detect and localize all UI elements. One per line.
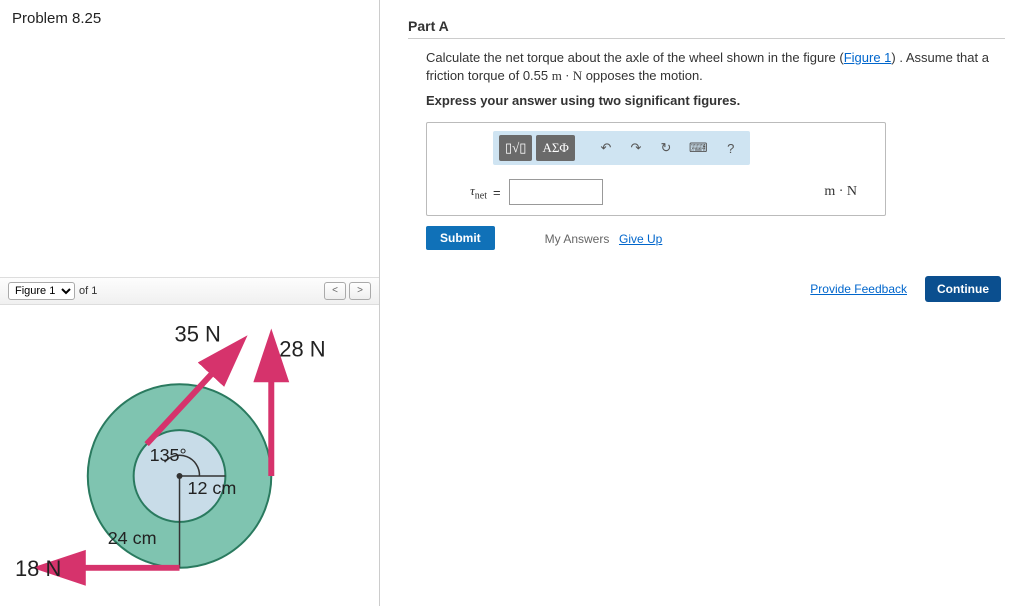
submit-button[interactable]: Submit: [426, 226, 495, 250]
label-inner-radius: 12 cm: [188, 478, 237, 498]
question-text: Calculate the net torque about the axle …: [426, 49, 1005, 85]
problem-title: Problem 8.25: [0, 0, 379, 37]
right-panel: Part A Calculate the net torque about th…: [380, 0, 1019, 606]
wheel-diagram: 35 N 28 N 18 N 135° 12 cm 24 cm: [0, 305, 379, 607]
figure-toolbar: Figure 1 of 1 < >: [0, 277, 379, 305]
figure-link[interactable]: Figure 1: [844, 50, 892, 65]
part-title: Part A: [408, 18, 1005, 34]
figure-of-label: of 1: [79, 285, 97, 297]
label-outer-radius: 24 cm: [108, 528, 157, 548]
unit-label: m · N: [824, 184, 857, 200]
left-panel: Problem 8.25 Figure 1 of 1 < >: [0, 0, 380, 606]
undo-button[interactable]: ↶: [593, 135, 619, 161]
label-28n: 28 N: [279, 336, 325, 361]
instruction-text: Express your answer using two significan…: [426, 93, 1005, 108]
redo-button[interactable]: ↷: [623, 135, 649, 161]
figure-area: 35 N 28 N 18 N 135° 12 cm 24 cm: [0, 305, 379, 607]
figure-next-button[interactable]: >: [349, 282, 371, 300]
q-text-1: Calculate the net torque about the axle …: [426, 50, 844, 65]
figure-select[interactable]: Figure 1: [8, 282, 75, 300]
app-root: Problem 8.25 Figure 1 of 1 < >: [0, 0, 1019, 606]
my-answers-group: My Answers Give Up: [545, 231, 663, 246]
submit-row: Submit My Answers Give Up: [426, 226, 1005, 250]
answer-input[interactable]: [509, 179, 603, 205]
equals-sign: =: [493, 185, 501, 200]
my-answers-label: My Answers: [545, 232, 610, 246]
footer-row: Provide Feedback Continue: [408, 276, 1005, 302]
continue-button[interactable]: Continue: [925, 276, 1001, 302]
label-18n: 18 N: [15, 556, 61, 581]
math-toolbar: ▯√▯ ΑΣΦ ↶ ↷ ↻ ⌨ ?: [493, 131, 750, 165]
answer-box: ▯√▯ ΑΣΦ ↶ ↷ ↻ ⌨ ? τnet = m · N: [426, 122, 886, 216]
greek-button[interactable]: ΑΣΦ: [536, 135, 574, 161]
figure-prev-button[interactable]: <: [324, 282, 346, 300]
q-text-3: opposes the motion.: [582, 68, 703, 83]
help-button[interactable]: ?: [718, 135, 744, 161]
label-35n: 35 N: [175, 321, 221, 346]
give-up-link[interactable]: Give Up: [619, 232, 662, 246]
divider: [408, 38, 1005, 39]
provide-feedback-link[interactable]: Provide Feedback: [810, 282, 907, 296]
q-torque-unit: m · N: [552, 68, 582, 83]
variable-label: τnet: [437, 183, 487, 202]
answer-row: τnet = m · N: [437, 179, 875, 205]
keyboard-button[interactable]: ⌨: [683, 135, 714, 161]
label-angle: 135°: [150, 445, 187, 465]
templates-button[interactable]: ▯√▯: [499, 135, 532, 161]
reset-button[interactable]: ↻: [653, 135, 679, 161]
